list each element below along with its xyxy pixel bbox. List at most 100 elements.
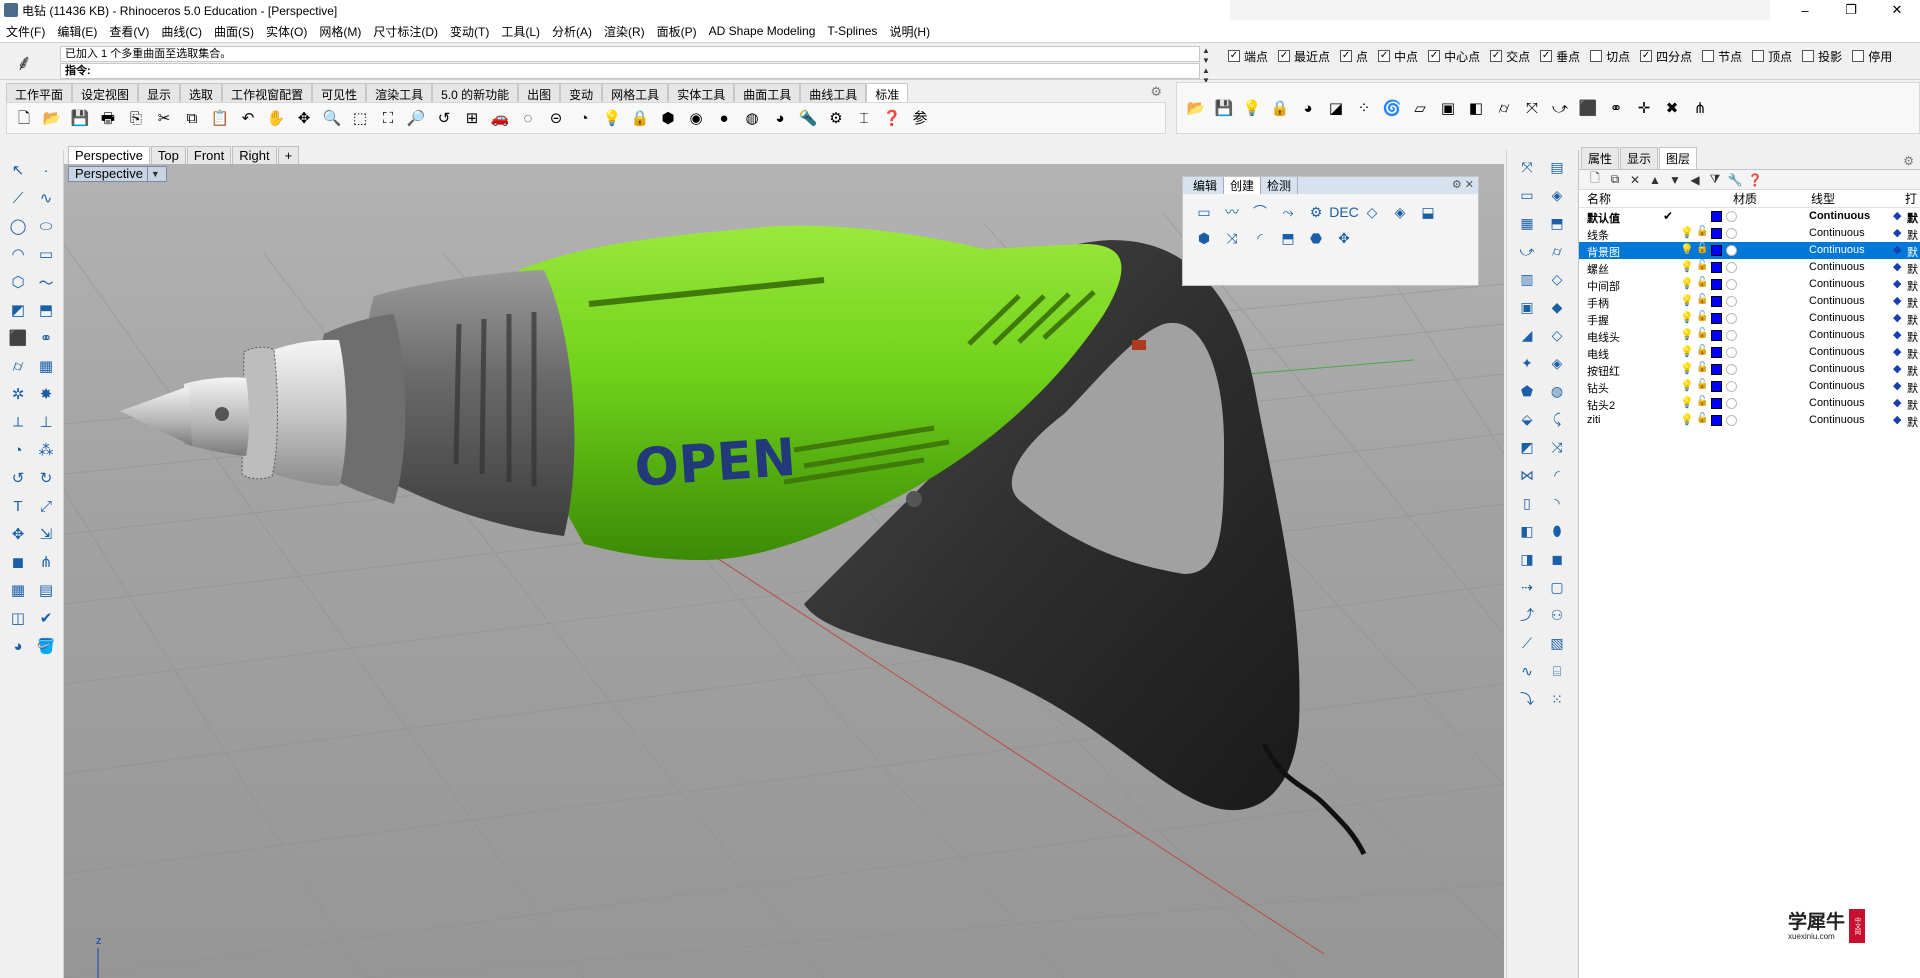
rotate-view-icon[interactable]: ✥ — [293, 107, 315, 129]
layer-color-swatch[interactable] — [1711, 262, 1722, 273]
scale-icon[interactable]: ⇲ — [32, 520, 60, 548]
light-bulb-icon[interactable]: 💡 — [1680, 243, 1694, 256]
layer-linetype[interactable]: Continuous — [1809, 380, 1865, 392]
polyline-icon[interactable]: ⟋ — [4, 184, 32, 212]
layer-name[interactable]: 默认值 — [1587, 210, 1620, 226]
plane-icon[interactable]: ▭ — [1513, 182, 1541, 208]
transform-icon[interactable]: ⤧ — [1521, 97, 1543, 119]
material-icon[interactable] — [1726, 347, 1737, 358]
snapshot-icon[interactable]: ◔ — [573, 107, 595, 129]
gear-icon[interactable]: ⚙ — [1150, 84, 1162, 100]
cylinder-stack-icon[interactable]: ⌸ — [1543, 658, 1571, 684]
osnap-end[interactable]: ✓ 端点 — [1228, 48, 1268, 65]
cube-shadow-icon[interactable]: ◼ — [1543, 546, 1571, 572]
column-print[interactable]: 打 — [1905, 190, 1917, 207]
print-color-icon[interactable]: ◆ — [1893, 243, 1901, 256]
surface-icon[interactable]: ◧ — [1465, 97, 1487, 119]
layer-print-width[interactable]: 默 — [1907, 261, 1918, 277]
osnap-checkbox[interactable]: ✓ — [1640, 50, 1653, 62]
tab-top[interactable]: Top — [150, 146, 186, 164]
print-color-icon[interactable]: ◆ — [1893, 226, 1901, 239]
material-icon[interactable] — [1726, 364, 1737, 375]
layer-name[interactable]: 手柄 — [1587, 295, 1609, 311]
perspective-viewport[interactable]: OPEN z Perspective ▼ — [64, 164, 1504, 978]
move-icon[interactable]: ✥ — [4, 520, 32, 548]
column-name[interactable]: 名称 — [1587, 190, 1611, 207]
menu-transform[interactable]: 变动(T) — [450, 23, 489, 40]
layer-name[interactable]: 中间部 — [1587, 278, 1620, 294]
layer-linetype[interactable]: Continuous — [1809, 244, 1865, 256]
lock-icon[interactable]: 🔓 — [1696, 413, 1708, 424]
array-icon[interactable]: ⋔ — [1689, 97, 1711, 119]
curve-icon[interactable]: ∿ — [32, 184, 60, 212]
menu-view[interactable]: 查看(V) — [109, 23, 149, 40]
person-icon[interactable]: ⚇ — [1543, 602, 1571, 628]
new-file-icon[interactable]: 🗋 — [13, 107, 35, 129]
layer-linetype[interactable]: Continuous — [1809, 312, 1865, 324]
four-viewports-icon[interactable]: ⊞ — [461, 107, 483, 129]
light-bulb-icon[interactable]: 💡 — [1680, 260, 1694, 273]
box-icon[interactable]: ▣ — [1437, 97, 1459, 119]
lock-icon[interactable]: 🔓 — [1696, 362, 1708, 373]
osnap-checkbox[interactable] — [1852, 50, 1865, 62]
light-bulb-icon[interactable]: 💡 — [1680, 226, 1694, 239]
osnap-point[interactable]: ✓ 点 — [1340, 48, 1368, 65]
float-tab-create[interactable]: 创建 — [1224, 177, 1262, 194]
chinese-help-icon[interactable]: 参 — [909, 107, 931, 129]
cylinder-icon[interactable]: ⌭ — [4, 352, 32, 380]
menu-dimension[interactable]: 尺寸标注(D) — [373, 23, 438, 40]
lock-icon[interactable]: 🔓 — [1696, 226, 1708, 237]
open-folder-icon[interactable]: 📂 — [41, 107, 63, 129]
material-icon[interactable] — [1726, 330, 1737, 341]
cross-arrow-icon[interactable]: ⤧ — [1513, 154, 1541, 180]
cylinder-icon[interactable]: ⌭ — [1543, 238, 1571, 264]
tab-display[interactable]: 显示 — [1620, 147, 1659, 169]
lock-icon[interactable]: 🔓 — [1696, 277, 1708, 288]
lock-icon[interactable]: 🔓 — [1696, 243, 1708, 254]
extrude-icon[interactable]: ⬒ — [32, 296, 60, 324]
layer-linetype[interactable]: Continuous — [1809, 414, 1865, 426]
light-bulb-icon[interactable]: 💡 — [1680, 277, 1694, 290]
layer-color-swatch[interactable] — [1711, 296, 1722, 307]
layer-name[interactable]: 钻头 — [1587, 380, 1609, 396]
print-color-icon[interactable]: ◆ — [1893, 311, 1901, 324]
split-surface-icon[interactable]: ◧ — [1513, 518, 1541, 544]
hook-icon[interactable]: ⤵ — [1513, 686, 1541, 712]
column-linetype[interactable]: 线型 — [1811, 190, 1835, 207]
layer-row[interactable]: 钻头 💡 🔓 Continuous ◆ 默 — [1579, 378, 1920, 395]
minimize-button[interactable]: – — [1782, 0, 1828, 20]
select-rect-icon[interactable]: ▭ — [1191, 200, 1217, 224]
menu-mesh[interactable]: 网格(M) — [319, 23, 361, 40]
zoom-selected-icon[interactable]: 🔎 — [405, 107, 427, 129]
polygon-icon[interactable]: ⬡ — [4, 268, 32, 296]
dec-icon[interactable]: DEC — [1329, 200, 1359, 224]
layer-linetype[interactable]: Continuous — [1809, 295, 1865, 307]
layer-row[interactable]: 电线头 💡 🔓 Continuous ◆ 默 — [1579, 327, 1920, 344]
layer-print-width[interactable]: 默 — [1907, 210, 1918, 226]
dimension-icon[interactable]: ⤢ — [32, 492, 60, 520]
material-icon[interactable] — [1726, 228, 1737, 239]
filter-icon[interactable]: ⧩ — [1705, 172, 1725, 187]
light-bulb-icon[interactable]: 💡 — [1680, 379, 1694, 392]
rebuild-icon[interactable]: ↺ — [4, 464, 32, 492]
tab-mesh-tools[interactable]: 网格工具 — [602, 83, 669, 102]
material-icon[interactable] — [1726, 279, 1737, 290]
maximize-button[interactable]: ❐ — [1828, 0, 1874, 20]
solid-icon[interactable]: ◼ — [4, 548, 32, 576]
tab-properties[interactable]: 属性 — [1581, 147, 1620, 169]
tab-standard[interactable]: 标准 — [866, 83, 909, 102]
print-color-icon[interactable]: ◆ — [1893, 396, 1901, 409]
light-bulb-icon[interactable]: 💡 — [1680, 396, 1694, 409]
layer-name[interactable]: 钻头2 — [1587, 397, 1615, 413]
osnap-center[interactable]: ✓ 中心点 — [1428, 48, 1480, 65]
paste-icon[interactable]: 📋 — [209, 107, 231, 129]
points-icon[interactable]: ⁘ — [1353, 97, 1375, 119]
osnap-intersection[interactable]: ✓ 交点 — [1490, 48, 1530, 65]
menu-analyze[interactable]: 分析(A) — [552, 23, 592, 40]
revolve-icon[interactable]: ⬣ — [1303, 226, 1329, 250]
plane-surface-icon[interactable]: ◇ — [1359, 200, 1385, 224]
paint-bucket-icon[interactable]: 🪣 — [32, 632, 60, 660]
osnap-checkbox[interactable] — [1752, 50, 1765, 62]
layer-name[interactable]: 按钮红 — [1587, 363, 1620, 379]
gear-part-icon[interactable]: ✲ — [4, 380, 32, 408]
